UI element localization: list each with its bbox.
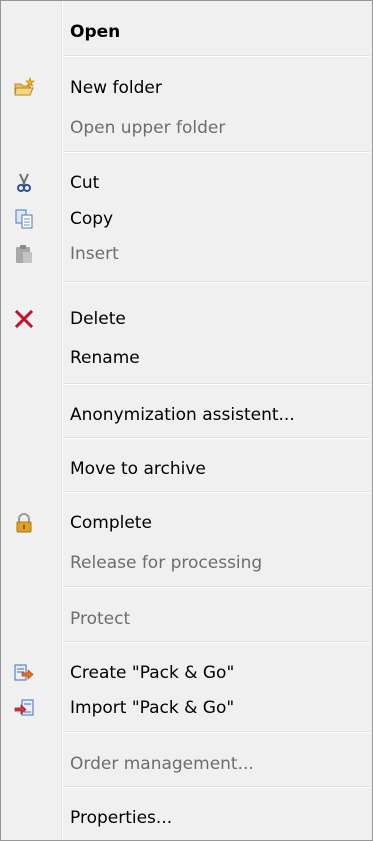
menu-item-label: Open — [70, 22, 121, 42]
menu-item-move-to-archive[interactable]: Move to archive — [3, 452, 370, 486]
menu-separator — [63, 491, 370, 493]
menu-item-delete[interactable]: Delete — [3, 302, 370, 336]
menu-item-label: Anonymization assistent... — [70, 405, 295, 425]
menu-item-complete[interactable]: Complete — [3, 506, 370, 540]
menu-item-order-management[interactable]: Order management... — [3, 747, 370, 781]
menu-item-create-pack-and-go[interactable]: Create "Pack & Go" — [3, 656, 370, 690]
import-icon — [13, 697, 35, 719]
clipboard-icon — [13, 243, 35, 265]
menu-item-label: Create "Pack & Go" — [70, 663, 235, 683]
menu-item-cut[interactable]: Cut — [3, 166, 370, 200]
menu-item-label: Protect — [70, 609, 131, 629]
menu-separator — [63, 586, 370, 588]
menu-item-label: Cut — [70, 173, 100, 193]
menu-item-import-pack-and-go[interactable]: Import "Pack & Go" — [3, 691, 370, 725]
menu-separator — [63, 786, 370, 788]
red-x-icon — [13, 308, 35, 330]
menu-item-anonymization-assistent[interactable]: Anonymization assistent... — [3, 398, 370, 432]
menu-item-label: Insert — [70, 244, 119, 264]
menu-item-protect[interactable]: Protect — [3, 602, 370, 636]
menu-separator — [63, 641, 370, 643]
menu-item-rename[interactable]: Rename — [3, 341, 370, 375]
menu-separator — [63, 437, 370, 439]
menu-item-properties[interactable]: Properties... — [3, 801, 370, 835]
menu-separator — [63, 151, 370, 153]
menu-separator — [63, 731, 370, 733]
menu-item-open-upper-folder[interactable]: Open upper folder — [3, 111, 370, 145]
menu-item-copy[interactable]: Copy — [3, 202, 370, 236]
menu-item-label: Import "Pack & Go" — [70, 698, 235, 718]
menu-separator — [63, 383, 370, 385]
menu-item-new-folder[interactable]: New folder — [3, 71, 370, 105]
folder-star-icon — [13, 77, 35, 99]
copy-icon — [13, 208, 35, 230]
context-menu: Open New folder Open upper folder Cut Co… — [0, 0, 373, 841]
menu-item-label: Delete — [70, 309, 126, 329]
menu-item-open[interactable]: Open — [3, 15, 370, 49]
menu-item-label: Copy — [70, 209, 114, 229]
export-icon — [13, 662, 35, 684]
menu-separator — [63, 281, 370, 283]
menu-item-label: Move to archive — [70, 459, 206, 479]
menu-item-insert[interactable]: Insert — [3, 237, 370, 271]
menu-item-label: Open upper folder — [70, 118, 226, 138]
lock-icon — [13, 512, 35, 534]
scissors-icon — [13, 172, 35, 194]
menu-item-label: Release for processing — [70, 553, 263, 573]
menu-item-label: Complete — [70, 513, 152, 533]
menu-separator — [63, 55, 370, 57]
menu-item-label: Properties... — [70, 808, 173, 828]
menu-item-label: Order management... — [70, 754, 254, 774]
menu-item-label: Rename — [70, 348, 140, 368]
menu-item-release-for-processing[interactable]: Release for processing — [3, 546, 370, 580]
menu-item-label: New folder — [70, 78, 162, 98]
